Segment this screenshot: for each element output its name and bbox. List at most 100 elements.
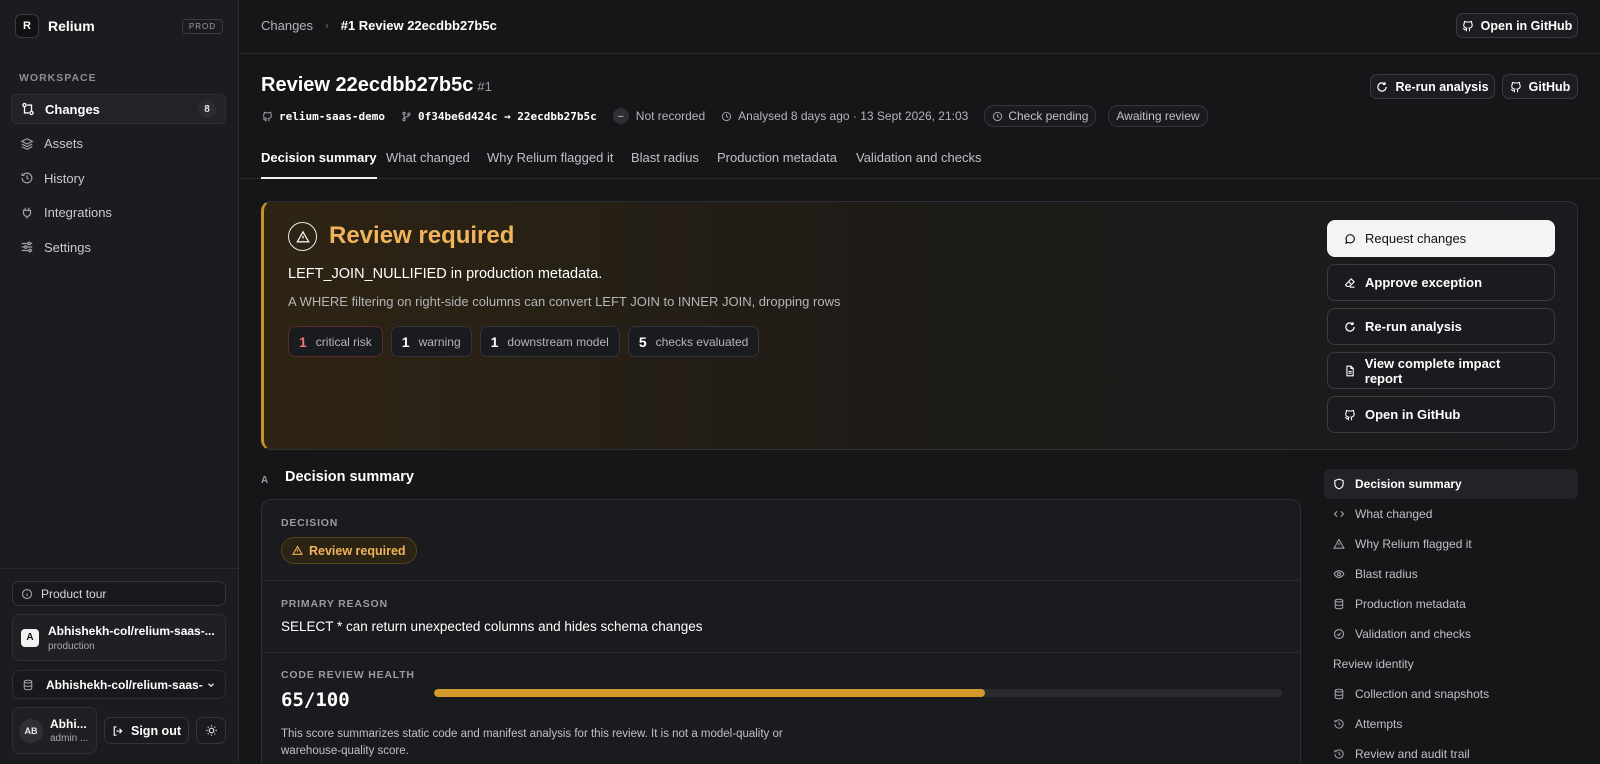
product-tour-button[interactable]: Product tour xyxy=(12,581,226,606)
breadcrumb-changes[interactable]: Changes xyxy=(261,18,313,33)
tab-blast-radius[interactable]: Blast radius xyxy=(631,150,699,179)
plug-icon xyxy=(22,207,32,219)
open-in-github-action-button[interactable]: Open in GitHub xyxy=(1327,396,1555,433)
commit-range[interactable]: 0f34be6d424c → 22ecdbb27b5c xyxy=(401,110,597,123)
clock-icon xyxy=(993,111,1003,121)
outline-label: Validation and checks xyxy=(1355,627,1471,641)
database-icon xyxy=(1334,598,1344,610)
outline-label: Why Relium flagged it xyxy=(1355,537,1472,551)
repo-select[interactable]: Abhishekh-col/relium-saas- xyxy=(12,670,226,699)
repo-meta[interactable]: relium-saas-demo xyxy=(262,110,385,123)
not-recorded-icon: – xyxy=(612,108,629,124)
warning-chip[interactable]: 1 warning xyxy=(390,326,472,357)
approve-exception-button[interactable]: Approve exception xyxy=(1327,264,1555,301)
outline-attempts[interactable]: Attempts xyxy=(1324,709,1578,739)
alert-title: Review required xyxy=(329,222,515,249)
review-status-text: Awaiting review xyxy=(1116,109,1200,123)
tab-validation-checks[interactable]: Validation and checks xyxy=(856,150,982,179)
avatar: AB xyxy=(19,718,43,743)
sidebar-item-label: History xyxy=(44,170,85,186)
shield-icon xyxy=(1334,478,1344,490)
github-icon xyxy=(1510,81,1521,92)
chip-count: 1 xyxy=(299,333,307,350)
decision-value: Review required xyxy=(309,543,406,558)
warning-icon xyxy=(292,545,303,555)
environment-badge: PROD xyxy=(181,18,223,34)
eye-icon xyxy=(1333,570,1345,578)
sign-out-button[interactable]: Sign out xyxy=(104,717,189,744)
sidebar-nav: Changes 8 Assets History Integrations Se… xyxy=(11,94,226,267)
repo-name: Abhishekh-col/relium-saas-... xyxy=(48,623,215,638)
outline-decision-summary[interactable]: Decision summary xyxy=(1324,469,1578,499)
workspace-label: WORKSPACE xyxy=(19,72,97,84)
recording-status: – Not recorded xyxy=(612,108,705,124)
analysed-time: Analysed 8 days ago · 13 Sept 2026, 21:0… xyxy=(721,109,968,123)
sidebar-item-integrations[interactable]: Integrations xyxy=(11,198,226,228)
review-number: #1 xyxy=(477,79,492,94)
warning-icon xyxy=(288,222,317,251)
tab-production-metadata[interactable]: Production metadata xyxy=(717,150,837,179)
outline-label: What changed xyxy=(1355,507,1433,521)
outline-why-flagged[interactable]: Why Relium flagged it xyxy=(1324,529,1578,559)
outline-group-review-identity[interactable]: Review identity xyxy=(1324,649,1578,679)
repo-card[interactable]: A Abhishekh-col/relium-saas-... producti… xyxy=(12,614,226,661)
sidebar-item-label: Integrations xyxy=(44,205,112,220)
message-icon xyxy=(1344,233,1355,244)
sidebar-item-assets[interactable]: Assets xyxy=(11,129,226,159)
tab-what-changed[interactable]: What changed xyxy=(386,150,470,179)
view-impact-report-button[interactable]: View complete impact report xyxy=(1327,352,1555,389)
section-marker: A xyxy=(261,475,269,486)
sidebar-item-settings[interactable]: Settings xyxy=(11,232,226,262)
downstream-model-chip[interactable]: 1 downstream model xyxy=(479,326,620,357)
sidebar: R Relium PROD WORKSPACE Changes 8 Assets… xyxy=(0,0,239,764)
sidebar-item-changes[interactable]: Changes 8 xyxy=(11,94,226,124)
rerun-analysis-action-label: Re-run analysis xyxy=(1365,319,1462,334)
review-title-text: Review 22ecdbb27b5c xyxy=(261,74,474,96)
github-button[interactable]: GitHub xyxy=(1502,74,1578,99)
tab-decision-summary[interactable]: Decision summary xyxy=(261,150,377,179)
outline-blast-radius[interactable]: Blast radius xyxy=(1324,559,1578,589)
review-required-alert: Review required LEFT_JOIN_NULLIFIED in p… xyxy=(261,201,1578,450)
outline-label: Production metadata xyxy=(1355,597,1466,611)
rerun-analysis-action-button[interactable]: Re-run analysis xyxy=(1327,308,1555,345)
outline-validation-checks[interactable]: Validation and checks xyxy=(1324,619,1578,649)
checks-evaluated-chip[interactable]: 5 checks evaluated xyxy=(627,326,760,357)
alert-rule: LEFT_JOIN_NULLIFIED in production metada… xyxy=(288,266,603,282)
github-label: GitHub xyxy=(1528,79,1571,94)
health-row: CODE REVIEW HEALTH 65/100 This score sum… xyxy=(262,653,1300,764)
sign-out-icon xyxy=(113,725,123,736)
view-impact-report-label: View complete impact report xyxy=(1364,355,1501,386)
product-tour-label: Product tour xyxy=(41,586,107,601)
alert-actions: Request changes Approve exception Re-run… xyxy=(1327,220,1555,440)
request-changes-button[interactable]: Request changes xyxy=(1327,220,1555,257)
outline-collection-snapshots[interactable]: Collection and snapshots xyxy=(1324,679,1578,709)
outline-what-changed[interactable]: What changed xyxy=(1324,499,1578,529)
brand[interactable]: R Relium PROD xyxy=(15,14,223,38)
commit-range-text: 0f34be6d424c → 22ecdbb27b5c xyxy=(417,109,597,123)
risk-summary-chips: 1 critical risk 1 warning 1 downstream mode… xyxy=(288,326,767,357)
refresh-icon xyxy=(1377,81,1388,92)
decision-summary-card: DECISION Review required PRIMARY REASON … xyxy=(261,499,1301,764)
breadcrumb-current: #1 Review 22ecdbb27b5c xyxy=(340,18,497,33)
github-icon xyxy=(262,111,272,121)
primary-reason-value: SELECT * can return unexpected columns a… xyxy=(281,619,703,634)
outline-production-metadata[interactable]: Production metadata xyxy=(1324,589,1578,619)
outline-label: Attempts xyxy=(1355,717,1403,731)
alert-description: A WHERE filtering on right-side columns … xyxy=(288,294,841,309)
open-in-github-action-label: Open in GitHub xyxy=(1365,407,1461,422)
outline-review-audit-trail[interactable]: Review and audit trail xyxy=(1324,739,1578,764)
chip-count: 1 xyxy=(490,333,499,350)
warning-icon xyxy=(1333,538,1345,549)
user-card[interactable]: AB Abhi... admin ... xyxy=(12,707,97,754)
theme-toggle-button[interactable] xyxy=(196,717,226,744)
health-score: 65/100 xyxy=(281,689,350,711)
chip-label: critical risk xyxy=(315,334,372,349)
open-in-github-top-button[interactable]: Open in GitHub xyxy=(1456,13,1578,38)
outline-label: Review and audit trail xyxy=(1355,747,1470,761)
critical-risk-chip[interactable]: 1 critical risk xyxy=(288,326,383,357)
outline-label: Collection and snapshots xyxy=(1355,687,1490,701)
sidebar-item-history[interactable]: History xyxy=(11,163,226,193)
decision-label: DECISION xyxy=(281,517,339,529)
rerun-analysis-button[interactable]: Re-run analysis xyxy=(1370,74,1495,99)
tab-why-flagged[interactable]: Why Relium flagged it xyxy=(487,150,613,179)
